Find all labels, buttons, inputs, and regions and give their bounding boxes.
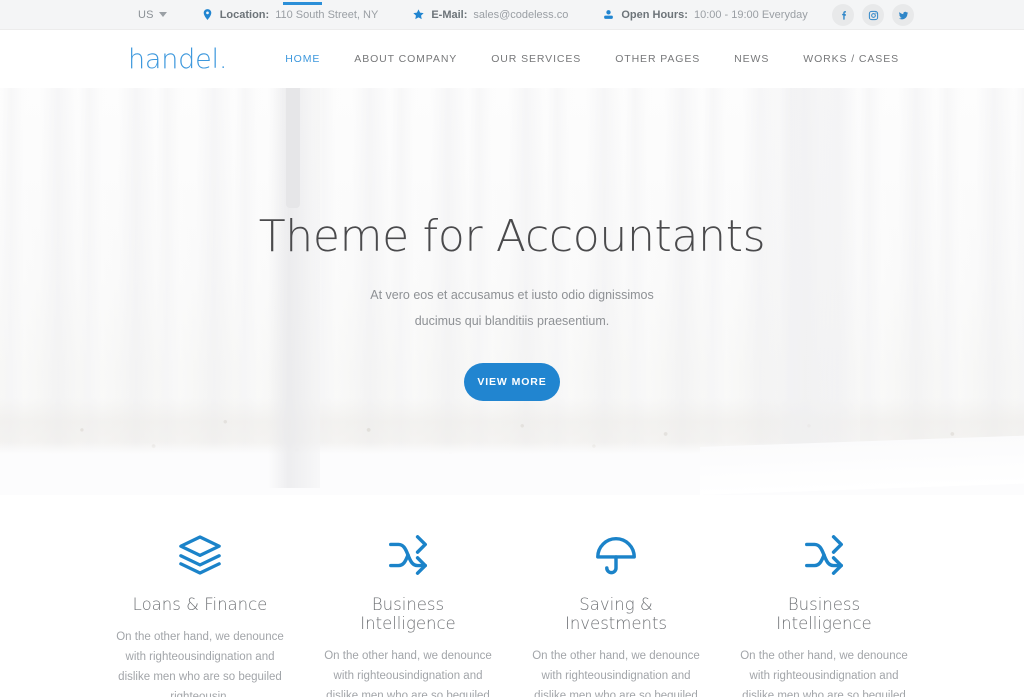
hero-subtitle-line-2: ducimus qui blanditiis praesentium. <box>414 314 610 329</box>
feature-title: Business Intelligence <box>360 595 456 633</box>
nav-item-works-cases[interactable]: WORKS / CASES <box>786 30 899 88</box>
nav-item-home[interactable]: HOME <box>268 2 337 88</box>
location-value: 110 South Street, NY <box>275 8 379 21</box>
main-navigation: HOME ABOUT COMPANY OUR SERVICES OTHER PA… <box>268 2 899 88</box>
twitter-icon[interactable] <box>892 4 914 26</box>
top-bar-info-group: US Location: 110 South Street, NY E-Mail… <box>138 8 808 21</box>
nav-item-about-company[interactable]: ABOUT COMPANY <box>337 30 474 88</box>
hero-subtitle-line-1: At vero eos et accusamus et iusto odio d… <box>370 288 654 303</box>
feature-title: Business Intelligence <box>776 595 872 633</box>
email-label: E-Mail: <box>431 8 468 21</box>
feature-text: On the other hand, we denounce with righ… <box>324 650 492 697</box>
clock-icon <box>602 8 615 21</box>
hero-title: Theme for Accountants <box>258 211 766 262</box>
chevron-down-icon <box>158 12 167 17</box>
feature-title: Saving & Investments <box>564 595 668 633</box>
feature-text: On the other hand, we denounce with righ… <box>532 650 700 697</box>
email-value: sales@codeless.co <box>473 8 569 21</box>
view-more-button[interactable]: VIEW MORE <box>464 362 560 401</box>
open-hours-value: 10:00 - 19:00 Everyday <box>693 8 808 21</box>
location-label: Location: <box>219 8 270 21</box>
shuffle-icon <box>738 531 910 579</box>
language-label: US <box>138 8 154 21</box>
location-pin-icon <box>201 8 214 21</box>
instagram-icon[interactable] <box>862 4 884 26</box>
logo[interactable]: handel. <box>128 44 227 75</box>
features-section: Loans & Finance On the other hand, we de… <box>0 495 1024 697</box>
hero-content: Theme for Accountants At vero eos et acc… <box>0 88 1024 401</box>
social-links <box>832 0 914 30</box>
nav-item-our-services[interactable]: OUR SERVICES <box>474 30 598 88</box>
star-icon <box>412 8 425 21</box>
feature-card: Saving & Investments On the other hand, … <box>512 531 720 697</box>
open-hours-label: Open Hours: <box>621 8 688 21</box>
language-selector[interactable]: US <box>138 9 167 21</box>
shuffle-icon <box>322 531 494 579</box>
email-info: E-Mail: sales@codeless.co <box>412 8 568 21</box>
feature-card: Business Intelligence On the other hand,… <box>720 531 928 697</box>
nav-item-other-pages[interactable]: OTHER PAGES <box>598 30 717 88</box>
open-hours-info: Open Hours: 10:00 - 19:00 Everyday <box>602 8 808 21</box>
layers-icon <box>114 531 286 579</box>
top-bar: US Location: 110 South Street, NY E-Mail… <box>0 0 1024 30</box>
nav-item-news[interactable]: NEWS <box>717 30 786 88</box>
facebook-icon[interactable] <box>832 4 854 26</box>
feature-text: On the other hand, we denounce with righ… <box>116 631 284 697</box>
feature-title: Loans & Finance <box>132 595 268 614</box>
hero-subtitle: At vero eos et accusamus et iusto odio d… <box>0 283 1024 334</box>
hero-section: Theme for Accountants At vero eos et acc… <box>0 88 1024 495</box>
feature-card: Loans & Finance On the other hand, we de… <box>96 531 304 697</box>
feature-text: On the other hand, we denounce with righ… <box>740 650 908 697</box>
location-info: Location: 110 South Street, NY <box>201 8 379 21</box>
umbrella-icon <box>530 531 702 579</box>
feature-card: Business Intelligence On the other hand,… <box>304 531 512 697</box>
site-header: handel. HOME ABOUT COMPANY OUR SERVICES … <box>0 2 1024 88</box>
